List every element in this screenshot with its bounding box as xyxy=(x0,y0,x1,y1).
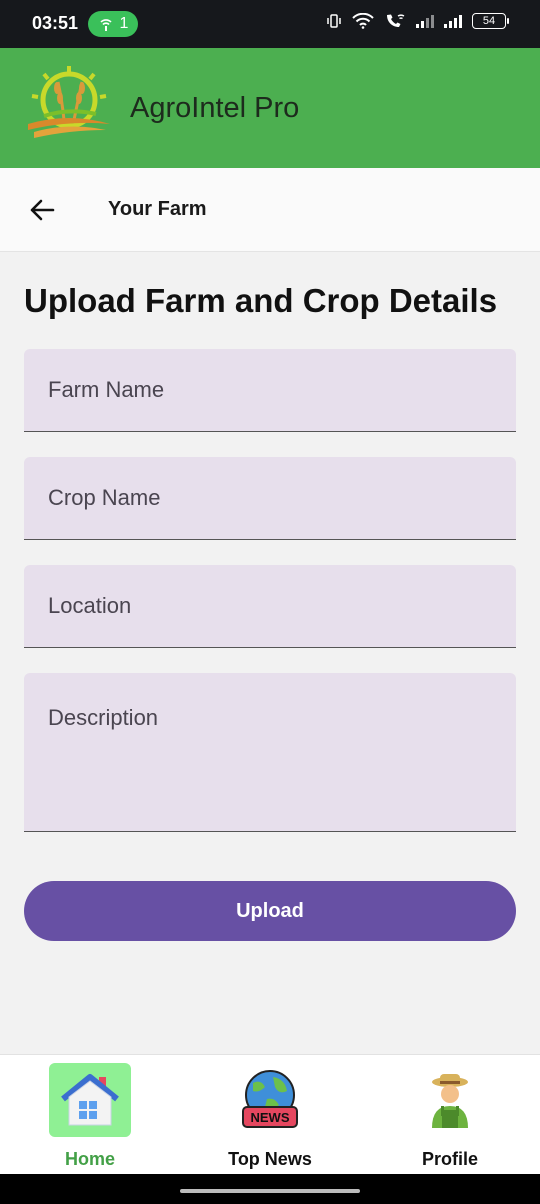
nav-label-home: Home xyxy=(64,1149,115,1169)
home-gesture-handle[interactable] xyxy=(180,1189,360,1193)
description-input[interactable] xyxy=(24,673,516,831)
nav-item-home[interactable]: Home xyxy=(10,1055,170,1175)
status-icons: 54 xyxy=(326,13,509,29)
nav-item-top-news[interactable]: NEWS Top News xyxy=(190,1055,350,1175)
status-time: 03:51 xyxy=(32,13,79,33)
upload-button[interactable]: Upload xyxy=(24,881,516,941)
hotspot-indicator: 1 xyxy=(88,11,138,37)
description-field[interactable] xyxy=(24,673,516,832)
system-nav-bar xyxy=(0,1174,540,1204)
page-title: Your Farm xyxy=(108,198,207,220)
farmer-avatar-icon xyxy=(432,1074,468,1128)
hotspot-count: 1 xyxy=(119,15,129,32)
app-bar: AgroIntel Pro xyxy=(0,48,540,168)
battery-level: 54 xyxy=(482,15,496,27)
nav-label-top-news: Top News xyxy=(228,1149,312,1169)
location-field[interactable] xyxy=(24,565,516,648)
signal-1-icon xyxy=(416,14,434,28)
status-bar: 03:51 1 54 xyxy=(0,0,540,48)
arrow-left-icon xyxy=(30,199,55,221)
back-button[interactable] xyxy=(22,190,62,230)
form-heading: Upload Farm and Crop Details xyxy=(24,282,498,319)
wifi-icon xyxy=(352,13,374,29)
svg-text:NEWS: NEWS xyxy=(251,1110,290,1125)
farm-name-input[interactable] xyxy=(24,349,516,431)
news-icon-container: NEWS xyxy=(229,1063,311,1137)
location-input[interactable] xyxy=(24,565,516,647)
signal-2-icon xyxy=(444,14,462,28)
bottom-nav: Home NEWS Top News Profile xyxy=(0,1054,540,1174)
hotspot-icon xyxy=(99,19,112,31)
crop-name-field[interactable] xyxy=(24,457,516,540)
app-title: AgroIntel Pro xyxy=(130,92,300,124)
battery-icon: 54 xyxy=(472,13,509,29)
vibrate-icon xyxy=(327,14,341,28)
crop-name-input[interactable] xyxy=(24,457,516,539)
home-icon xyxy=(61,1074,119,1126)
farm-name-field[interactable] xyxy=(24,349,516,432)
wifi-call-icon xyxy=(387,14,405,27)
wheat-sun-logo-icon xyxy=(28,66,110,138)
nav-label-profile: Profile xyxy=(421,1149,478,1169)
home-icon-container xyxy=(49,1063,131,1137)
sub-header: Your Farm xyxy=(0,168,540,252)
news-globe-icon: NEWS xyxy=(242,1070,298,1128)
nav-item-profile[interactable]: Profile xyxy=(370,1055,530,1175)
profile-icon-container xyxy=(409,1063,491,1137)
